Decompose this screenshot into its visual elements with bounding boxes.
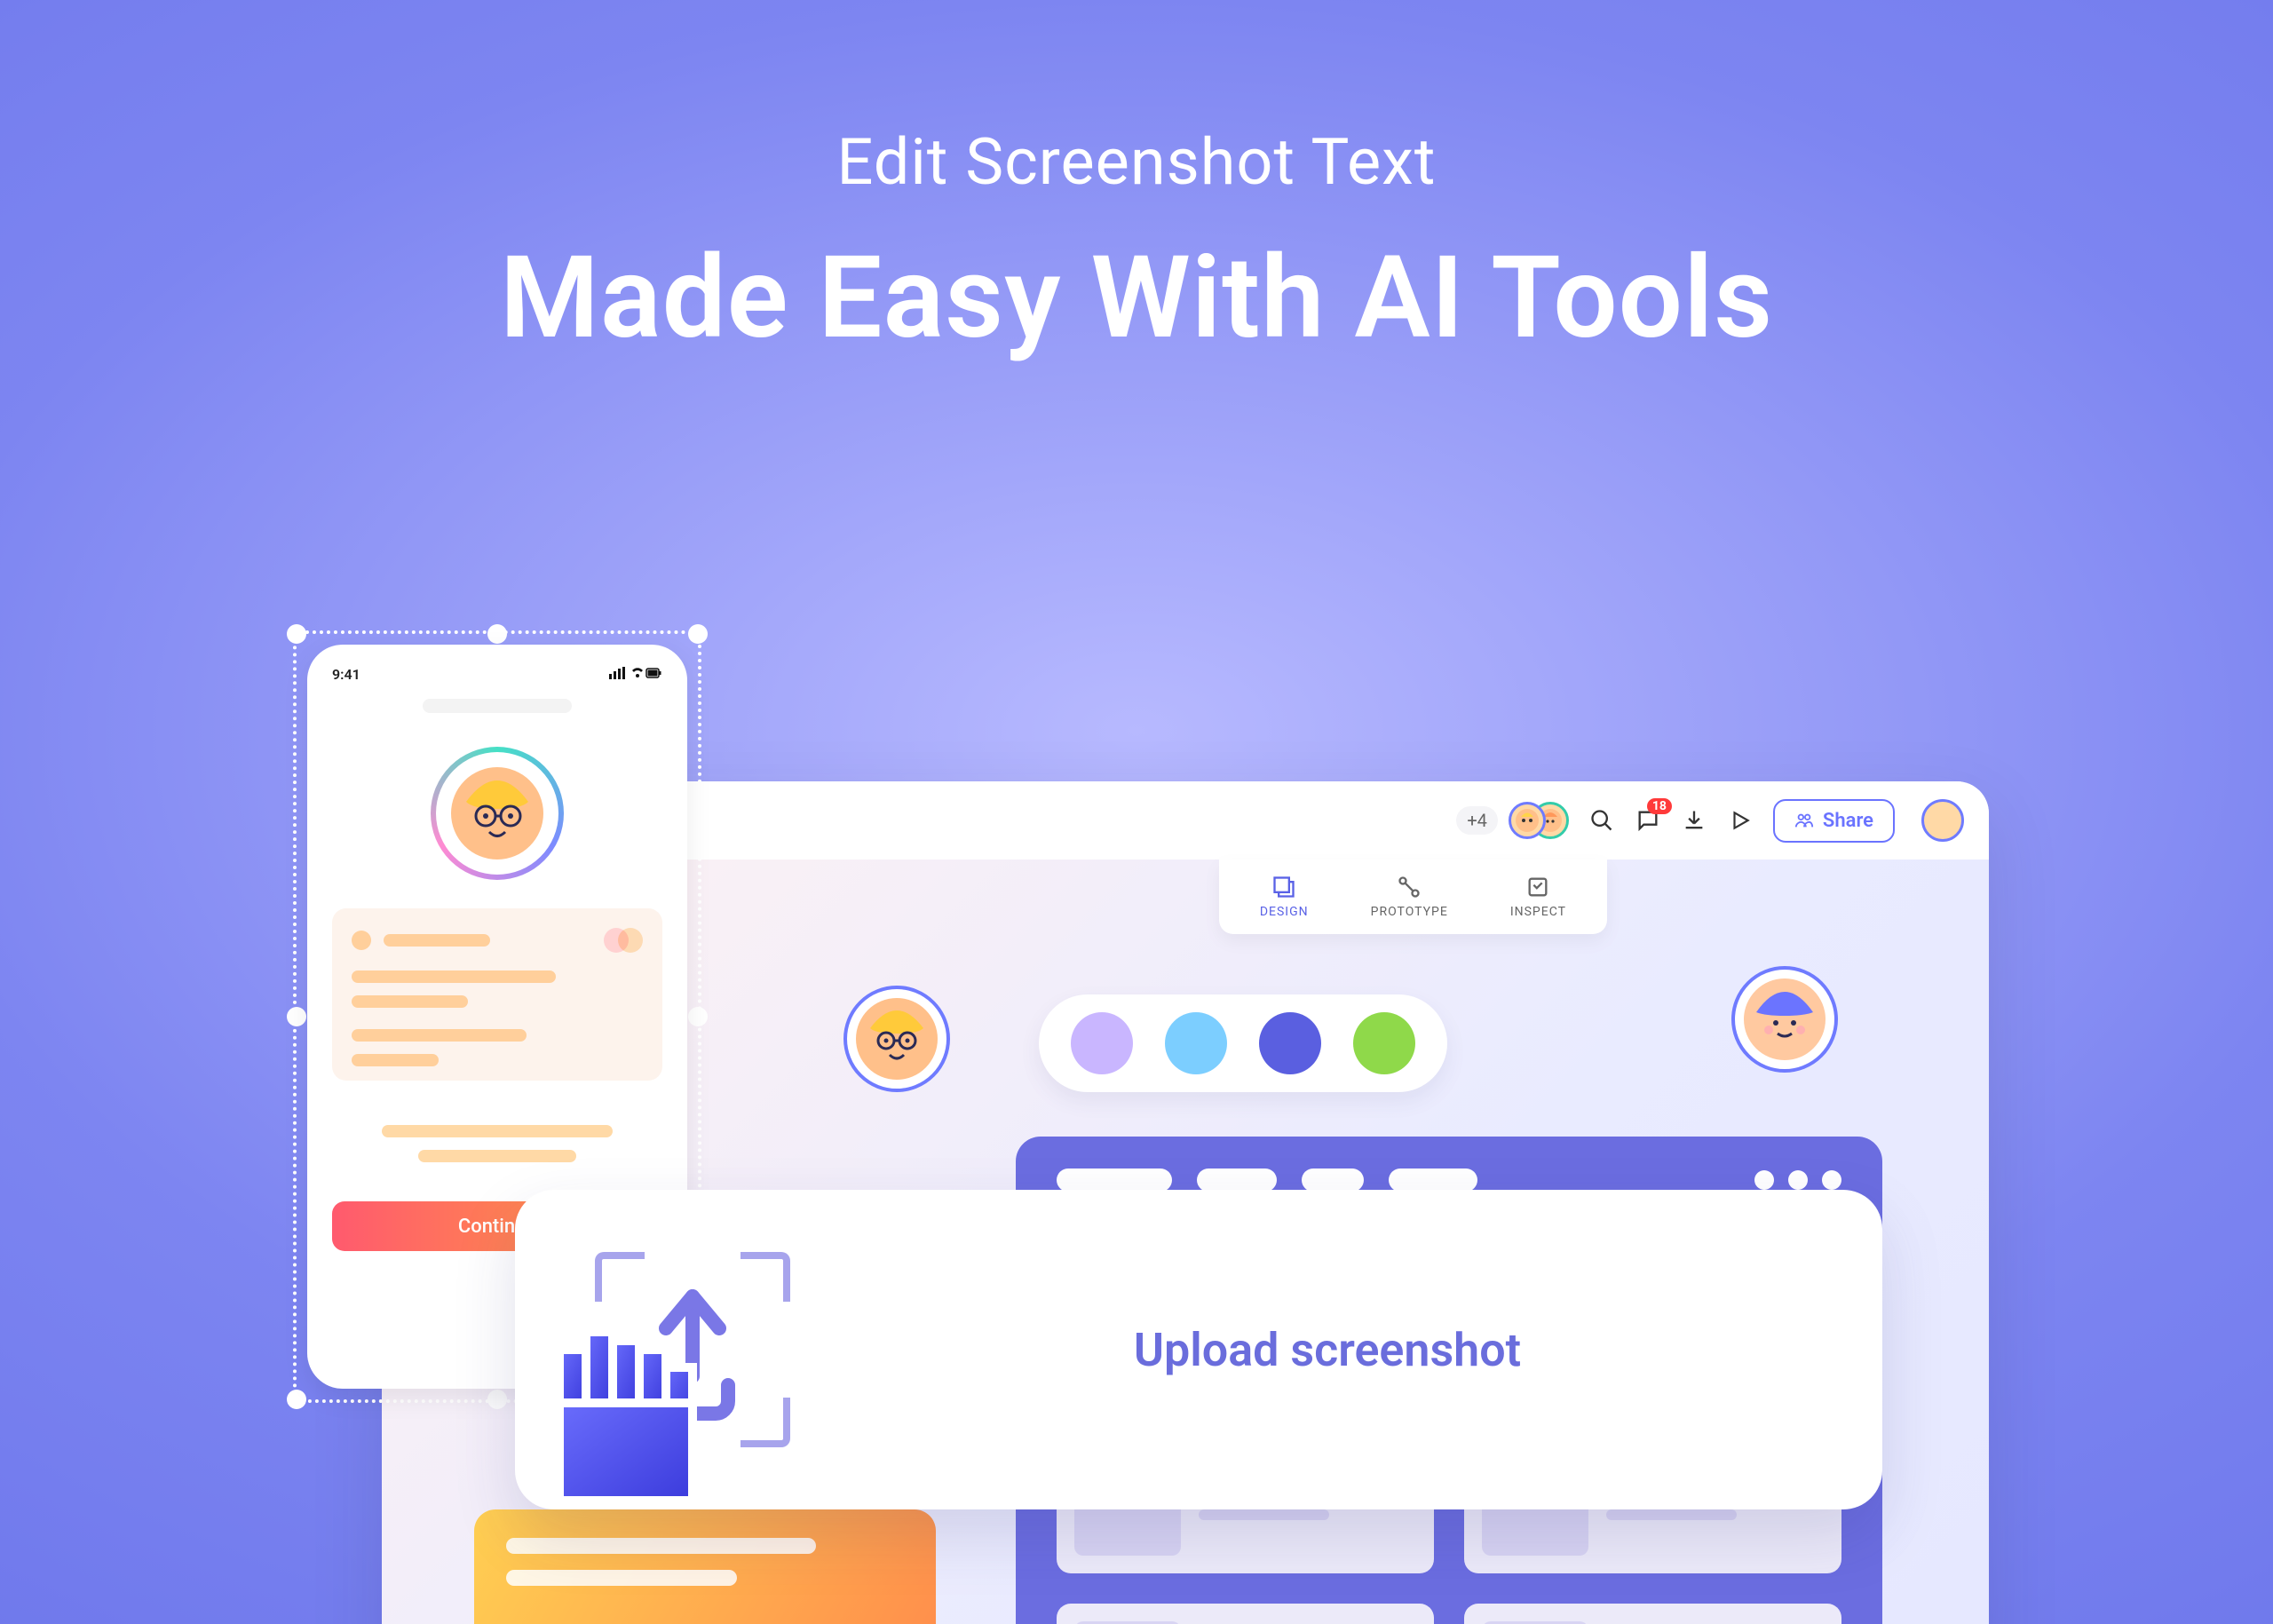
collaborator-avatar-1[interactable] bbox=[1509, 802, 1546, 839]
resize-handle-ml[interactable] bbox=[287, 1007, 306, 1026]
play-icon[interactable] bbox=[1727, 807, 1754, 834]
topbar-actions: +4 18 bbox=[1456, 799, 1964, 843]
content-card[interactable] bbox=[1057, 1604, 1434, 1624]
placeholder-line bbox=[352, 995, 468, 1008]
notification-badge: 18 bbox=[1647, 798, 1672, 814]
mode-switcher: DESIGN PROTOTYPE INSPECT bbox=[1219, 860, 1607, 934]
mastercard-icon bbox=[604, 928, 643, 953]
text-placeholder-block bbox=[332, 1113, 662, 1175]
placeholder-line bbox=[382, 1125, 613, 1137]
placeholder-line bbox=[506, 1538, 816, 1554]
download-icon[interactable] bbox=[1681, 807, 1707, 834]
resize-handle-bl[interactable] bbox=[287, 1390, 306, 1409]
current-user-avatar[interactable] bbox=[1921, 799, 1964, 842]
mode-inspect[interactable]: INSPECT bbox=[1510, 875, 1566, 919]
mode-design[interactable]: DESIGN bbox=[1260, 875, 1309, 919]
placeholder-line bbox=[418, 1150, 577, 1162]
profile-avatar bbox=[436, 752, 558, 875]
payment-card-preview bbox=[332, 908, 662, 1081]
swatch-1[interactable] bbox=[1071, 1012, 1133, 1074]
phone-time: 9:41 bbox=[332, 666, 360, 683]
collaborator-overflow-count[interactable]: +4 bbox=[1456, 806, 1498, 835]
profile-avatar-ring bbox=[431, 747, 564, 880]
accent-card bbox=[474, 1509, 936, 1624]
placeholder-line bbox=[352, 970, 556, 983]
placeholder-line bbox=[352, 1029, 527, 1042]
floating-avatar-left bbox=[843, 986, 950, 1092]
headline-line1: Edit Screenshot Text bbox=[0, 124, 2273, 200]
resize-handle-tr[interactable] bbox=[688, 624, 708, 644]
mode-inspect-label: INSPECT bbox=[1510, 905, 1566, 919]
placeholder-line bbox=[423, 699, 571, 713]
panel-tab[interactable] bbox=[1197, 1168, 1277, 1192]
swatch-4[interactable] bbox=[1353, 1012, 1415, 1074]
window-dots bbox=[1754, 1170, 1841, 1190]
design-mode-icon bbox=[1271, 875, 1296, 899]
panel-tab[interactable] bbox=[1302, 1168, 1364, 1192]
content-card[interactable] bbox=[1464, 1604, 1841, 1624]
swatch-2[interactable] bbox=[1165, 1012, 1227, 1074]
resize-handle-mr[interactable] bbox=[688, 1007, 708, 1026]
panel-tab[interactable] bbox=[1389, 1168, 1477, 1192]
promo-stage: Edit Screenshot Text Made Easy With AI T… bbox=[0, 0, 2273, 1624]
comments-icon[interactable]: 18 bbox=[1635, 807, 1661, 834]
inspect-mode-icon bbox=[1525, 875, 1550, 899]
resize-handle-tm[interactable] bbox=[487, 624, 507, 644]
share-button[interactable]: Share bbox=[1773, 799, 1895, 843]
panel-tab[interactable] bbox=[1057, 1168, 1172, 1192]
headline: Edit Screenshot Text Made Easy With AI T… bbox=[0, 124, 2273, 365]
people-icon bbox=[1794, 811, 1814, 830]
floating-avatar-right bbox=[1731, 966, 1838, 1073]
window-dot bbox=[1754, 1170, 1774, 1190]
cursor-hand-icon bbox=[524, 1314, 728, 1518]
phone-statusbar: 9:41 bbox=[332, 666, 662, 683]
color-swatch-row bbox=[1039, 994, 1447, 1092]
mode-prototype-label: PROTOTYPE bbox=[1371, 905, 1448, 919]
mode-design-label: DESIGN bbox=[1260, 905, 1309, 919]
search-icon[interactable] bbox=[1588, 807, 1615, 834]
upload-label: Upload screenshot bbox=[852, 1323, 1802, 1377]
placeholder-line bbox=[384, 934, 490, 947]
placeholder-line bbox=[506, 1570, 737, 1586]
placeholder-line bbox=[352, 1054, 439, 1066]
resize-handle-tl[interactable] bbox=[287, 624, 306, 644]
placeholder-dot bbox=[352, 931, 371, 950]
preview-tabs bbox=[1057, 1168, 1841, 1192]
window-dot bbox=[1822, 1170, 1841, 1190]
window-dot bbox=[1788, 1170, 1808, 1190]
prototype-mode-icon bbox=[1397, 875, 1422, 899]
headline-line2: Made Easy With AI Tools bbox=[0, 232, 2273, 365]
mode-prototype[interactable]: PROTOTYPE bbox=[1371, 875, 1448, 919]
resize-handle-bm[interactable] bbox=[487, 1390, 507, 1409]
share-label: Share bbox=[1823, 810, 1873, 832]
swatch-3[interactable] bbox=[1259, 1012, 1321, 1074]
phone-status-icons bbox=[609, 666, 662, 683]
